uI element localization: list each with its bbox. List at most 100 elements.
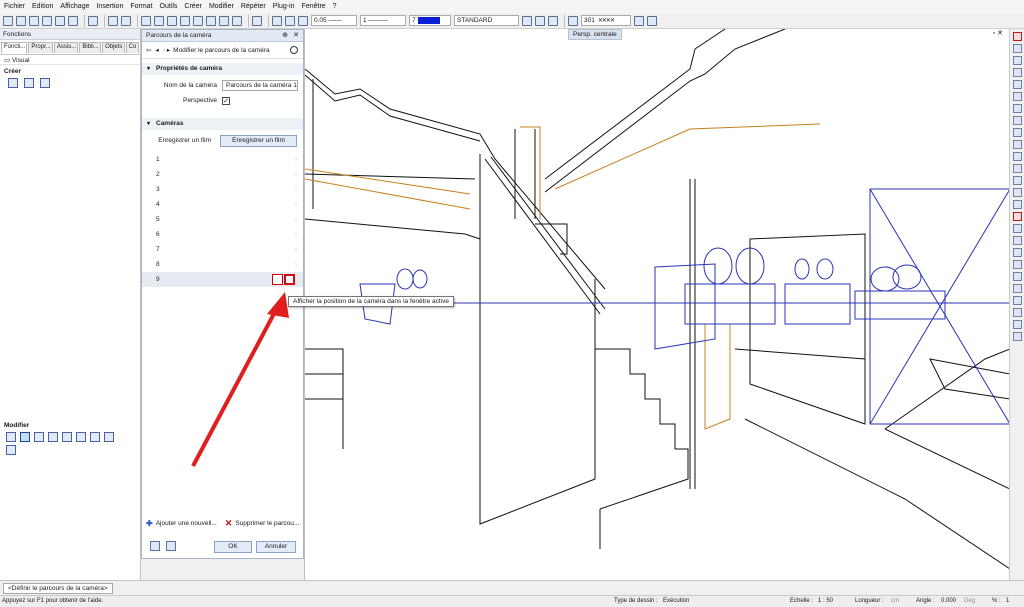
camera-row-9[interactable]: 9 xyxy=(142,272,303,287)
perspective-checkbox[interactable]: ✓ xyxy=(222,96,230,105)
join-icon[interactable] xyxy=(1013,200,1022,209)
expand-icon[interactable]: › xyxy=(295,201,297,208)
add-icon[interactable] xyxy=(55,15,65,26)
zoom-icon[interactable] xyxy=(252,15,262,26)
delete-path-link[interactable]: Supprimer le parcou... xyxy=(235,520,299,527)
texture-icon[interactable] xyxy=(6,445,16,455)
edit-light-icon[interactable] xyxy=(48,432,58,442)
print-icon[interactable] xyxy=(42,15,52,26)
chamfer-icon[interactable] xyxy=(1013,176,1022,185)
menu-modifier[interactable]: Modifier xyxy=(209,3,234,10)
edit-view-icon[interactable] xyxy=(34,432,44,442)
column-icon[interactable] xyxy=(568,15,578,26)
select-icon[interactable] xyxy=(1013,296,1022,305)
tab-assistants[interactable]: Assis... xyxy=(53,42,79,53)
menu-insertion[interactable]: Insertion xyxy=(96,3,123,10)
expand-icon[interactable]: › xyxy=(295,216,297,223)
hatch-icon[interactable] xyxy=(1013,236,1022,245)
tab-proprietes[interactable]: Propr... xyxy=(28,42,53,53)
menu-creer[interactable]: Créer xyxy=(184,3,202,10)
menu-affichage[interactable]: Affichage xyxy=(60,3,89,10)
scale-icon[interactable] xyxy=(1013,104,1022,113)
menu-fenetre[interactable]: Fenêtre xyxy=(302,3,326,10)
sigma-icon[interactable] xyxy=(1013,308,1022,317)
cut-icon[interactable] xyxy=(180,15,190,26)
text-icon[interactable] xyxy=(1013,248,1022,257)
rotate-icon[interactable] xyxy=(1013,92,1022,101)
viewport-close-icon[interactable]: ▫ ✕ xyxy=(993,29,1003,37)
menu-repeter[interactable]: Répéter xyxy=(241,3,266,10)
properties-icon[interactable] xyxy=(647,15,657,26)
expand-icon[interactable]: › xyxy=(295,231,297,238)
menu-outils[interactable]: Outils xyxy=(160,3,178,10)
format-icon[interactable] xyxy=(634,15,644,26)
show-camera-position-icon[interactable] xyxy=(284,274,295,285)
menu-fichier[interactable]: Fichier xyxy=(4,3,25,10)
visual-category[interactable]: ▭ Visual xyxy=(0,54,140,65)
filter-icon[interactable] xyxy=(1013,284,1022,293)
camera-path-icon[interactable] xyxy=(8,78,18,88)
eraser-icon[interactable] xyxy=(1013,32,1022,41)
export-icon[interactable] xyxy=(68,15,78,26)
add-path-link[interactable]: Ajouter une nouvell... xyxy=(156,520,217,527)
point-icon[interactable] xyxy=(1013,44,1022,53)
scale-value[interactable]: 1 : 50 xyxy=(818,598,833,604)
search-icon[interactable] xyxy=(290,46,298,54)
open-folder-icon[interactable] xyxy=(150,541,160,551)
mirror-icon[interactable] xyxy=(1013,68,1022,77)
brush-icon[interactable] xyxy=(285,15,295,26)
array-icon[interactable] xyxy=(1013,188,1022,197)
edit-camera-icon[interactable] xyxy=(6,432,16,442)
light-icon[interactable] xyxy=(90,432,100,442)
pen-icon[interactable] xyxy=(272,15,282,26)
camera-row-8[interactable]: 8 › xyxy=(142,257,303,272)
eyedropper-icon[interactable] xyxy=(298,15,308,26)
redo-icon[interactable] xyxy=(121,15,131,26)
trim-icon[interactable] xyxy=(1013,140,1022,149)
tab-objets[interactable]: Objets xyxy=(102,42,125,53)
paste-icon[interactable] xyxy=(193,15,203,26)
view-mode-label[interactable]: Persp. centrale xyxy=(568,29,622,40)
undo-icon[interactable] xyxy=(108,15,118,26)
layer-select[interactable]: STANDARD xyxy=(454,15,519,26)
rectangle-icon[interactable] xyxy=(141,15,151,26)
extend-icon[interactable] xyxy=(1013,152,1022,161)
offset-icon[interactable] xyxy=(1013,128,1022,137)
open-icon[interactable] xyxy=(3,15,13,26)
camera-name-field[interactable]: Parcours de la caméra 1 xyxy=(222,80,298,91)
expand-icon[interactable]: › xyxy=(295,246,297,253)
camera-row-1[interactable]: 1 › xyxy=(142,152,303,167)
line-type-select[interactable]: 1 ——— xyxy=(360,15,406,26)
add-icon[interactable]: ✚ xyxy=(146,519,153,528)
menu-format[interactable]: Format xyxy=(130,3,152,10)
color-select[interactable]: 7 xyxy=(409,15,451,26)
movie-icon[interactable] xyxy=(40,78,50,88)
menu-plug-in[interactable]: Plug-in xyxy=(273,3,295,10)
cameras-header[interactable]: Caméras xyxy=(142,118,303,130)
layer-tools-icon[interactable] xyxy=(522,15,532,26)
expand-icon[interactable]: › xyxy=(295,186,297,193)
pin-icon[interactable]: ⊕ xyxy=(282,30,288,42)
layer-settings-icon[interactable] xyxy=(548,15,558,26)
grid-icon[interactable] xyxy=(16,15,26,26)
tab-bibliotheque[interactable]: Bibli... xyxy=(79,42,102,53)
dimension-icon[interactable] xyxy=(1013,56,1022,65)
move-icon[interactable] xyxy=(1013,80,1022,89)
printer-icon[interactable] xyxy=(167,15,177,26)
delete-icon[interactable] xyxy=(1013,212,1022,221)
rotate-icon[interactable] xyxy=(62,432,72,442)
edit-path-icon[interactable] xyxy=(20,432,30,442)
expand-icon[interactable]: › xyxy=(295,156,297,163)
pencil-icon[interactable] xyxy=(1013,224,1022,233)
copy-icon[interactable] xyxy=(154,15,164,26)
ok-button[interactable]: OK xyxy=(214,541,252,553)
fillet-icon[interactable] xyxy=(1013,164,1022,173)
delete-icon[interactable]: ✕ xyxy=(225,518,233,529)
pen-thickness-select[interactable]: 0.05 —— xyxy=(311,15,357,26)
arrow-left-icon[interactable]: ◂ xyxy=(155,46,158,54)
duplicate-icon[interactable] xyxy=(206,15,216,26)
level-icon[interactable] xyxy=(1013,272,1022,281)
sun-icon[interactable] xyxy=(76,432,86,442)
document-tab[interactable]: <Définir le parcours de la caméra> xyxy=(3,583,113,594)
render-icon[interactable] xyxy=(24,78,34,88)
